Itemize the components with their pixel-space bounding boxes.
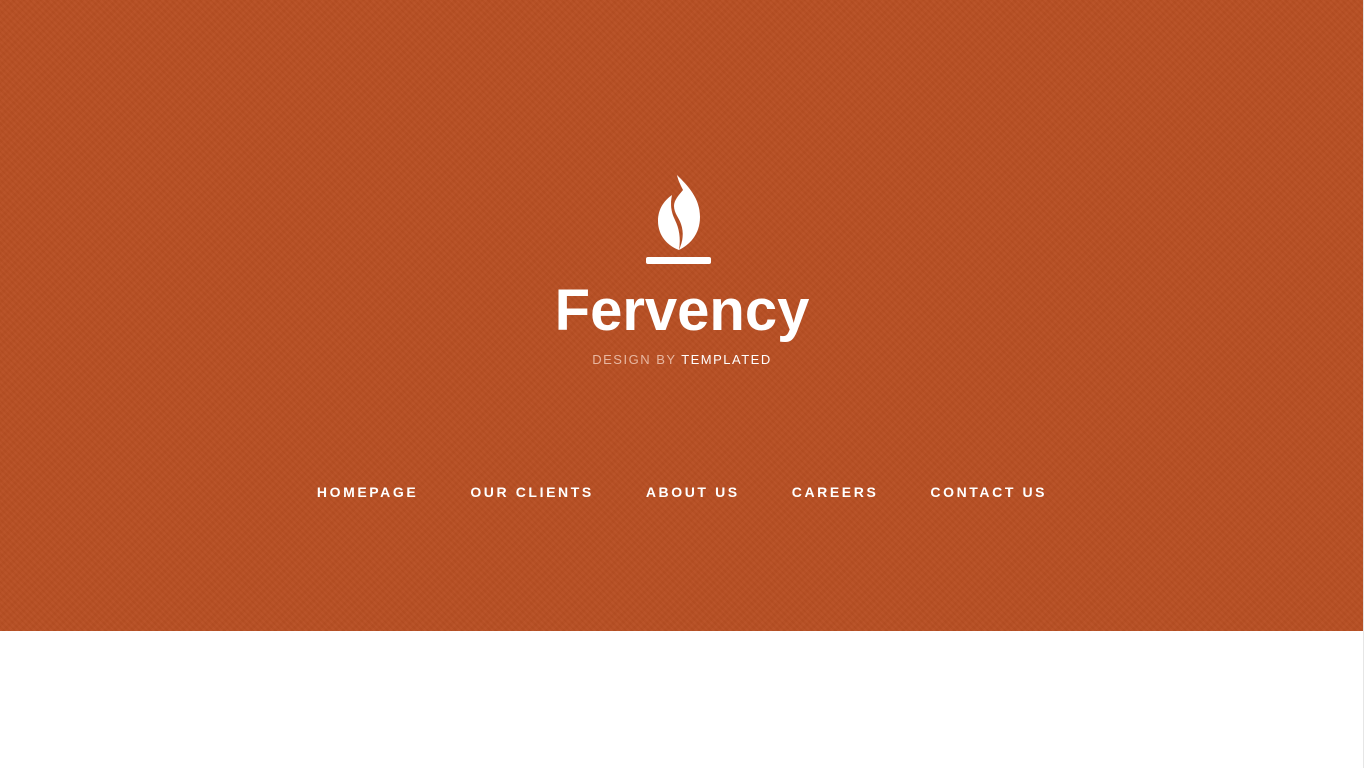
page: Fervency DESIGN BY TEMPLATED HOMEPAGE OU… — [0, 0, 1364, 768]
byline: DESIGN BY TEMPLATED — [0, 351, 1364, 369]
nav-contact-us-link[interactable]: CONTACT US — [930, 482, 1047, 502]
flame-icon — [646, 175, 711, 264]
nav-our-clients-link[interactable]: OUR CLIENTS — [470, 482, 594, 502]
nav-careers-link[interactable]: CAREERS — [792, 482, 879, 502]
nav-about-us-link[interactable]: ABOUT US — [646, 482, 740, 502]
site-header: Fervency DESIGN BY TEMPLATED HOMEPAGE OU… — [0, 0, 1363, 631]
main-content — [0, 631, 1363, 768]
byline-prefix: DESIGN BY — [592, 352, 677, 367]
templated-link[interactable]: TEMPLATED — [681, 352, 772, 367]
main-navigation: HOMEPAGE OUR CLIENTS ABOUT US CAREERS CO… — [0, 482, 1364, 502]
nav-homepage-link[interactable]: HOMEPAGE — [317, 482, 418, 502]
site-title: Fervency — [554, 278, 810, 343]
